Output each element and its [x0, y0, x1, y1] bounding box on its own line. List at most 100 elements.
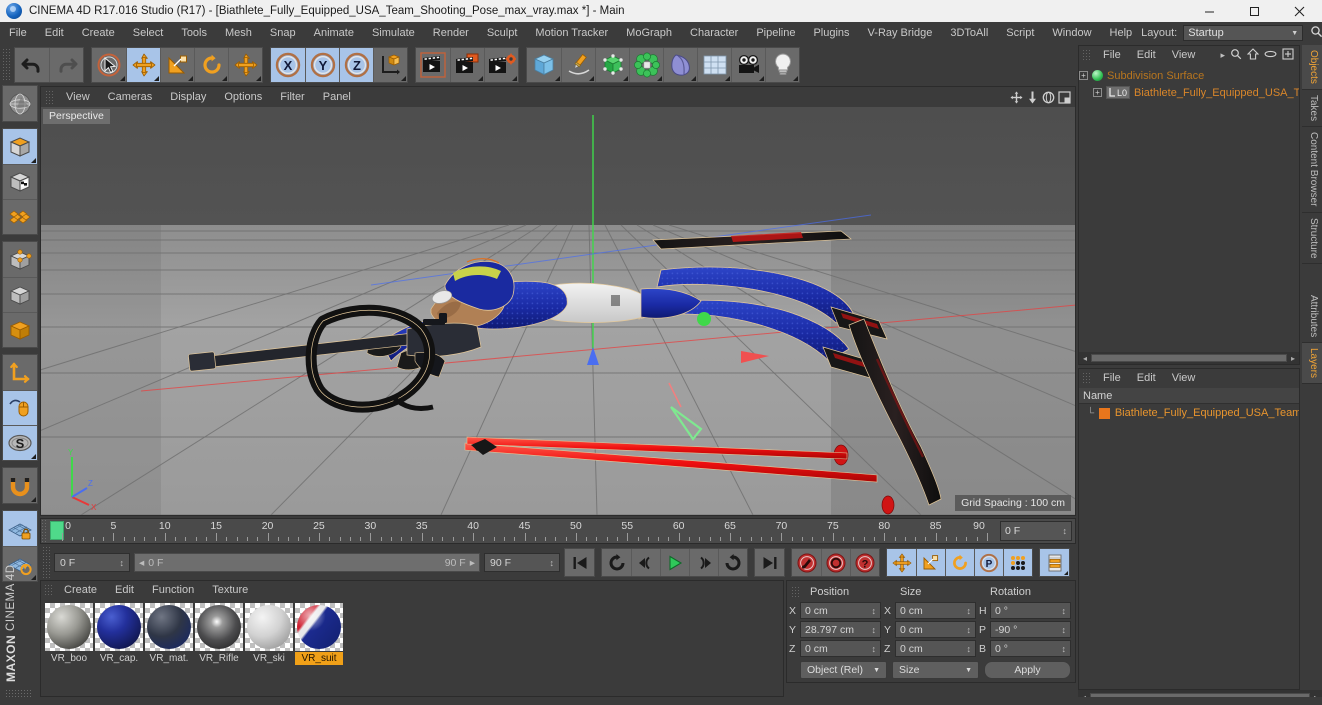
menu-animate[interactable]: Animate — [305, 22, 363, 44]
close-button[interactable] — [1277, 0, 1322, 22]
record-points-button[interactable] — [1003, 549, 1032, 576]
light-button[interactable] — [765, 47, 799, 82]
menu-motion-tracker[interactable]: Motion Tracker — [526, 22, 617, 44]
texture-mode-button[interactable] — [3, 164, 37, 199]
add-cube-button[interactable] — [527, 47, 561, 82]
viewport-menu-view[interactable]: View — [57, 87, 99, 107]
menu-edit[interactable]: Edit — [36, 22, 73, 44]
viewport-menu-filter[interactable]: Filter — [271, 87, 313, 107]
material-item[interactable]: VR_mat. — [145, 603, 193, 665]
coordinates-grip[interactable] — [791, 585, 800, 598]
spinner-icon[interactable]: ↕ — [1062, 625, 1067, 635]
home-icon[interactable] — [1246, 48, 1260, 63]
axis-x-button[interactable]: X — [271, 47, 305, 82]
layer-menu-view[interactable]: View — [1164, 369, 1204, 388]
autokey-button[interactable] — [821, 549, 850, 576]
modeling-deformer-button[interactable] — [629, 47, 663, 82]
material-menu-function[interactable]: Function — [143, 581, 203, 599]
fit-icon[interactable] — [1282, 48, 1294, 63]
material-thumbnail[interactable] — [295, 603, 343, 651]
record-keyframe-button[interactable] — [792, 549, 821, 576]
timeline-ruler[interactable]: 0 5 10 15 20 25 30 35 40 45 50 55 60 65 70 75 80 85 90 — [48, 519, 998, 543]
size-mode-dropdown[interactable]: Size ▼ — [892, 661, 979, 679]
menu-vray-bridge[interactable]: V-Ray Bridge — [859, 22, 942, 44]
menu-sculpt[interactable]: Sculpt — [478, 22, 527, 44]
go-to-end-button[interactable] — [755, 549, 784, 576]
position-x-input[interactable]: 0 cm ↕ — [800, 602, 881, 619]
layer-color-swatch[interactable] — [1098, 407, 1110, 419]
viewport-camera-tag[interactable]: Perspective — [43, 109, 110, 124]
spinner-icon[interactable]: ↕ — [967, 625, 972, 635]
edges-mode-button[interactable] — [3, 277, 37, 312]
menu-tools[interactable]: Tools — [172, 22, 216, 44]
material-name[interactable]: VR_suit — [295, 652, 343, 665]
material-item-selected[interactable]: VR_suit — [295, 603, 343, 665]
size-z-input[interactable]: 0 cm ↕ — [895, 640, 976, 657]
spinner-icon[interactable]: ↕ — [872, 644, 877, 654]
material-item[interactable]: VR_Rifle — [195, 603, 243, 665]
scale-tool-button[interactable] — [160, 47, 194, 82]
object-menu-view[interactable]: View — [1164, 46, 1204, 65]
menu-character[interactable]: Character — [681, 22, 747, 44]
search-icon[interactable] — [1310, 25, 1322, 41]
viewport[interactable]: View Cameras Display Options Filter Pane… — [40, 86, 1076, 516]
size-x-input[interactable]: 0 cm ↕ — [895, 602, 976, 619]
apply-button[interactable]: Apply — [984, 661, 1071, 679]
tab-attributes[interactable]: Attributes — [1302, 290, 1322, 344]
workplane-lock-button[interactable] — [3, 511, 37, 546]
dolly-icon[interactable] — [1026, 91, 1039, 104]
viewport-menu-options[interactable]: Options — [215, 87, 271, 107]
playbar-grip[interactable] — [42, 545, 51, 580]
spinner-icon[interactable]: ↕ — [967, 606, 972, 616]
menu-plugins[interactable]: Plugins — [804, 22, 858, 44]
material-menu-create[interactable]: Create — [55, 581, 106, 599]
scroll-right-icon[interactable]: ▸ — [1287, 354, 1299, 363]
object-manager-hscrollbar[interactable]: ◂ ▸ — [1079, 352, 1299, 364]
menu-script[interactable]: Script — [997, 22, 1043, 44]
material-name[interactable]: VR_mat. — [145, 652, 193, 665]
menu-snap[interactable]: Snap — [261, 22, 305, 44]
play-reverse-loop-button[interactable] — [602, 549, 631, 576]
redo-button[interactable] — [49, 47, 83, 82]
menu-create[interactable]: Create — [73, 22, 124, 44]
menu-window[interactable]: Window — [1043, 22, 1100, 44]
keyframe-selection-button[interactable]: ? — [850, 549, 879, 576]
range-left-arrow-icon[interactable]: ◂ — [139, 557, 144, 569]
play-loop-button[interactable] — [718, 549, 747, 576]
playback-range-slider[interactable]: ◂ 0 F 90 F ▸ — [134, 553, 480, 572]
record-position-button[interactable] — [887, 549, 916, 576]
coordinate-mode-dropdown[interactable]: Object (Rel) ▼ — [800, 661, 887, 679]
scene-floor-button[interactable] — [697, 47, 731, 82]
menu-3dtoall[interactable]: 3DToAll — [941, 22, 997, 44]
position-y-input[interactable]: 28.797 cm ↕ — [800, 621, 881, 638]
scroll-left-icon[interactable]: ◂ — [1079, 354, 1091, 363]
menu-pipeline[interactable]: Pipeline — [747, 22, 804, 44]
menu-help[interactable]: Help — [1101, 22, 1142, 44]
move-tool-button[interactable] — [126, 47, 160, 82]
select-tool-button[interactable] — [92, 47, 126, 82]
record-param-button[interactable]: P — [974, 549, 1003, 576]
position-z-input[interactable]: 0 cm ↕ — [800, 640, 881, 657]
snap-button[interactable] — [3, 468, 37, 503]
maximize-button[interactable] — [1232, 0, 1277, 22]
minimize-button[interactable] — [1187, 0, 1232, 22]
menu-select[interactable]: Select — [124, 22, 173, 44]
model-mode-button[interactable] — [3, 129, 37, 164]
expand-icon[interactable]: + — [1093, 88, 1102, 97]
viewport-menu-cameras[interactable]: Cameras — [99, 87, 162, 107]
spinner-icon[interactable]: ↕ — [1062, 606, 1067, 616]
viewport-solo-button[interactable] — [3, 390, 37, 425]
previous-frame-button[interactable] — [631, 549, 660, 576]
tab-layers[interactable]: Layers — [1302, 343, 1322, 385]
expand-icon[interactable]: + — [1079, 71, 1088, 80]
rotation-b-input[interactable]: 0 ° ↕ — [990, 640, 1071, 657]
add-spline-button[interactable] — [561, 47, 595, 82]
material-name[interactable]: VR_cap. — [95, 652, 143, 665]
material-thumbnail[interactable] — [195, 603, 243, 651]
layer-manager-grip[interactable] — [1082, 372, 1091, 385]
record-rotation-button[interactable] — [945, 549, 974, 576]
soft-selection-button[interactable]: S — [3, 425, 37, 460]
tab-structure[interactable]: Structure — [1302, 212, 1322, 265]
timeline-grip[interactable] — [41, 519, 48, 543]
menu-render[interactable]: Render — [424, 22, 478, 44]
